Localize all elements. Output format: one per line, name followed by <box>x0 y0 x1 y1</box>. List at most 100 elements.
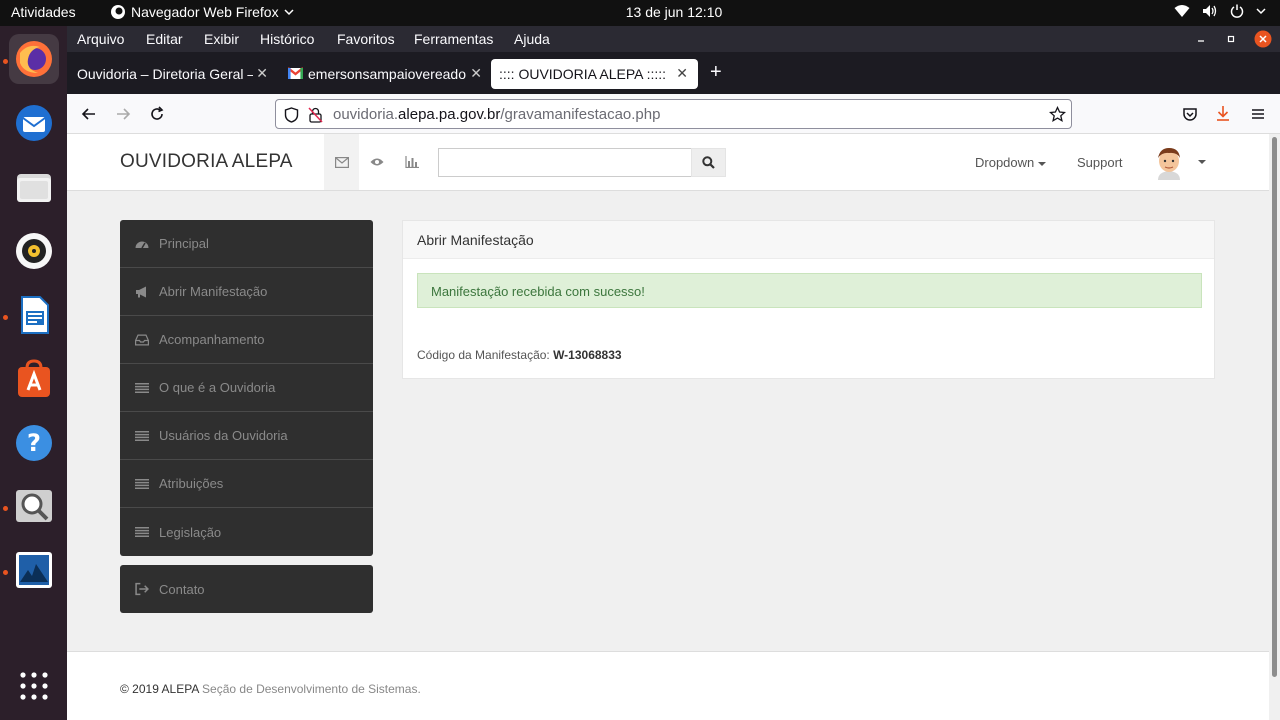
sidebar-item-o-que-e-a-ouvidoria[interactable]: O que é a Ouvidoria <box>120 364 373 412</box>
tab-gmail[interactable]: emersonsampaiovereado ✕ <box>280 59 486 89</box>
sidebar-item-label: O que é a Ouvidoria <box>159 380 276 395</box>
menu-historico[interactable]: Histórico <box>260 31 314 47</box>
minimize-icon[interactable] <box>1195 33 1207 45</box>
sidebar-item-usuarios[interactable]: Usuários da Ouvidoria <box>120 412 373 460</box>
magnifier-icon <box>16 490 52 522</box>
url-path: /gravamanifestacao.php <box>500 106 661 123</box>
list-icon <box>135 382 149 393</box>
thunderbird-icon <box>16 105 52 141</box>
svg-text:?: ? <box>27 429 41 457</box>
dock-software[interactable] <box>9 354 59 404</box>
sidebar-item-contato[interactable]: Contato <box>120 565 373 613</box>
support-link[interactable]: Support <box>1077 155 1123 170</box>
site-footer: © 2019 ALEPA Seção de Desenvolvimento de… <box>67 651 1269 720</box>
dock-writer[interactable] <box>9 290 59 340</box>
scrollbar-thumb[interactable] <box>1272 137 1277 677</box>
shield-icon[interactable] <box>284 107 299 123</box>
new-tab-button[interactable]: + <box>710 62 722 82</box>
dock-thunderbird[interactable] <box>9 98 59 148</box>
gmail-icon <box>288 67 303 79</box>
sidebar-item-principal[interactable]: Principal <box>120 220 373 268</box>
hamburger-menu-icon[interactable] <box>1250 106 1266 122</box>
pocket-icon[interactable] <box>1182 106 1198 122</box>
search-input[interactable] <box>438 148 692 177</box>
chevron-down-icon <box>1256 8 1266 15</box>
clock[interactable]: 13 de jun 12:10 <box>0 4 1280 20</box>
sidebar-item-legislacao[interactable]: Legislação <box>120 508 373 556</box>
user-menu[interactable] <box>1154 146 1206 185</box>
help-icon: ? <box>16 425 52 461</box>
dock-image-app[interactable] <box>9 545 59 595</box>
dock-help[interactable]: ? <box>9 418 59 468</box>
bar-chart-icon <box>404 156 419 168</box>
list-icon <box>135 478 149 489</box>
avatar <box>1158 148 1180 180</box>
running-indicator <box>3 59 8 64</box>
bullhorn-icon <box>136 286 146 297</box>
running-indicator <box>3 570 8 575</box>
url-text[interactable]: ouvidoria.alepa.pa.gov.br/gravamanifesta… <box>333 106 660 123</box>
caret-down-icon <box>1038 161 1047 166</box>
search-button[interactable] <box>691 148 726 177</box>
app-grid-icon <box>20 672 48 700</box>
sidebar-item-atribuicoes[interactable]: Atribuições <box>120 460 373 508</box>
menu-arquivo[interactable]: Arquivo <box>77 31 124 47</box>
dashboard-icon <box>135 241 149 248</box>
header-mail-button[interactable] <box>324 134 359 190</box>
photo-app-icon <box>16 552 52 588</box>
bookmark-star-icon[interactable] <box>1049 106 1066 123</box>
page-scrollbar[interactable] <box>1269 134 1280 720</box>
header-chart-button[interactable] <box>394 134 429 190</box>
footer-copyright: © 2019 ALEPA <box>120 682 199 696</box>
close-tab-icon[interactable]: ✕ <box>256 65 268 82</box>
header-view-button[interactable] <box>359 134 394 190</box>
system-tray[interactable] <box>1174 4 1266 18</box>
contact-row: Contato <box>120 565 373 613</box>
firefox-window: Arquivo Editar Exibir Histórico Favorito… <box>67 26 1280 720</box>
sidebar-item-acompanhamento[interactable]: Acompanhamento <box>120 316 373 364</box>
panel-header: Abrir Manifestação <box>403 221 1214 259</box>
folder-icon <box>17 174 51 202</box>
firefox-icon <box>16 41 52 77</box>
close-tab-icon[interactable]: ✕ <box>470 65 482 82</box>
sidebar-item-label: Principal <box>159 236 209 251</box>
footer-department: Seção de Desenvolvimento de Sistemas. <box>202 682 421 696</box>
sidebar-item-label: Abrir Manifestação <box>159 284 268 299</box>
envelope-icon <box>334 156 349 168</box>
forward-icon[interactable] <box>115 106 131 122</box>
power-icon <box>1230 4 1244 18</box>
dock-app-grid[interactable] <box>9 661 59 711</box>
success-alert: Manifestação recebida com sucesso! <box>417 273 1202 308</box>
close-window-icon[interactable] <box>1254 30 1272 48</box>
address-bar[interactable]: ouvidoria.alepa.pa.gov.br/gravamanifesta… <box>275 99 1072 129</box>
site-brand[interactable]: OUVIDORIA ALEPA <box>120 151 293 173</box>
menu-editar[interactable]: Editar <box>146 31 183 47</box>
menu-exibir[interactable]: Exibir <box>204 31 239 47</box>
dock-firefox[interactable] <box>9 34 59 84</box>
sidebar-item-label: Atribuições <box>159 476 224 491</box>
menu-ajuda[interactable]: Ajuda <box>514 31 550 47</box>
download-icon[interactable] <box>1215 105 1231 122</box>
menu-favoritos[interactable]: Favoritos <box>337 31 395 47</box>
dock-rhythmbox[interactable] <box>9 226 59 276</box>
sidebar-item-label: Legislação <box>159 524 222 540</box>
writer-icon <box>21 296 49 334</box>
menu-ferramentas[interactable]: Ferramentas <box>414 31 493 47</box>
sidebar-menu: Principal Abrir Manifestação Acompanhame… <box>120 220 373 556</box>
dock-image-viewer[interactable] <box>9 481 59 531</box>
back-icon[interactable] <box>81 106 97 122</box>
dock-files[interactable] <box>9 162 59 212</box>
tab-ouvidoria-diretoria[interactable]: Ouvidoria – Diretoria Geral – ✕ <box>67 59 272 89</box>
tab-ouvidoria-alepa[interactable]: :::: OUVIDORIA ALEPA ::::: ✕ <box>491 59 698 89</box>
close-tab-icon[interactable]: ✕ <box>676 65 688 82</box>
url-prefix: ouvidoria. <box>333 106 399 123</box>
maximize-icon[interactable] <box>1225 33 1237 45</box>
sidebar-item-abrir-manifestacao[interactable]: Abrir Manifestação <box>120 268 373 316</box>
insecure-lock-icon[interactable] <box>308 107 323 123</box>
list-icon <box>135 526 149 538</box>
menu-bar: Arquivo Editar Exibir Histórico Favorito… <box>67 26 1280 52</box>
dropdown-menu[interactable]: Dropdown <box>975 155 1047 170</box>
reload-icon[interactable] <box>149 106 165 122</box>
sign-out-icon <box>135 582 149 596</box>
search-icon <box>702 156 715 169</box>
